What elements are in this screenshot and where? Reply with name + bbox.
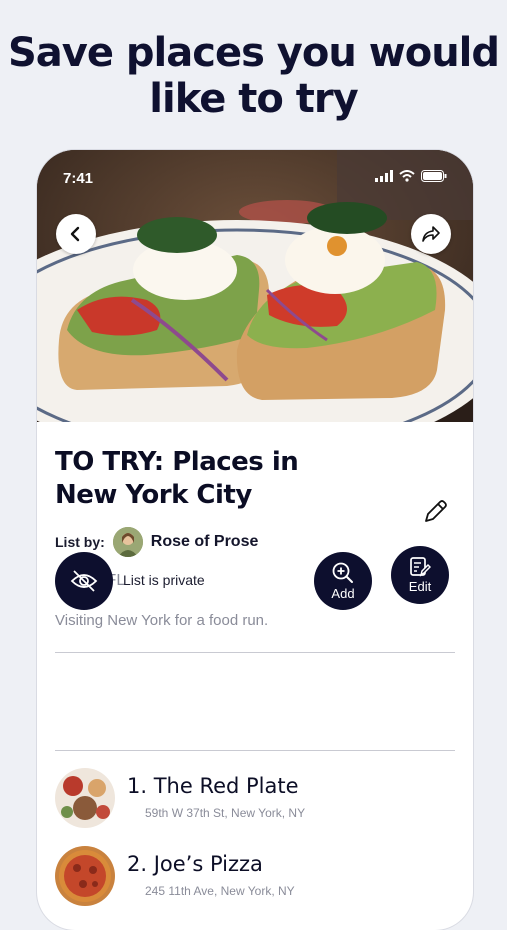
add-button-label: Add	[331, 586, 355, 601]
list-description: Visiting New York for a food run.	[55, 612, 269, 629]
headline-line-2: like to try	[149, 76, 358, 122]
headline-line-1: Save places you would	[7, 30, 500, 76]
divider	[55, 652, 455, 653]
promo-headline: Save places you would like to try	[0, 30, 507, 122]
place-thumbnail	[55, 768, 115, 828]
magnifier-plus-icon	[332, 562, 353, 583]
pizza-photo	[55, 846, 115, 906]
list-title-line-2: New York City	[55, 480, 252, 510]
list-by-label: List by:	[55, 534, 105, 550]
edit-list-button[interactable]: Edit	[391, 546, 449, 604]
status-icons	[375, 170, 447, 182]
add-place-button[interactable]: Add	[314, 552, 372, 610]
author-name[interactable]: Rose of Prose	[151, 533, 259, 551]
list-item[interactable]: 2. Joe’s Pizza 245 11th Ave, New York, N…	[55, 846, 455, 908]
list-title-line-1: TO TRY: Places in	[55, 447, 299, 477]
phone-frame: 7:41 TO TRY: Places in New York City Lis…	[37, 150, 473, 930]
status-time: 7:41	[63, 170, 94, 187]
place-name: 2. Joe’s Pizza	[127, 852, 263, 876]
edit-button-label: Edit	[408, 579, 432, 594]
red-plate-photo	[55, 768, 115, 828]
place-address: 59th W 37th St, New York, NY	[145, 806, 306, 820]
battery-icon	[421, 170, 447, 182]
wifi-icon	[399, 170, 415, 182]
list-title: TO TRY: Places in New York City	[55, 446, 355, 512]
divider	[55, 750, 455, 751]
privacy-toggle-button[interactable]	[55, 552, 113, 610]
share-arrow-icon	[422, 226, 440, 242]
avatar[interactable]	[112, 527, 143, 557]
privacy-label: List is private	[123, 572, 205, 588]
place-name: 1. The Red Plate	[127, 774, 299, 798]
place-thumbnail	[55, 846, 115, 906]
status-bar: 7:41	[37, 150, 473, 194]
place-address: 245 11th Ave, New York, NY	[145, 884, 295, 898]
back-button[interactable]	[56, 214, 96, 254]
edit-title-button[interactable]	[421, 498, 449, 526]
hero-photo: 7:41	[37, 150, 473, 422]
chevron-left-icon	[70, 226, 80, 242]
pencil-icon	[425, 500, 447, 522]
edit-list-icon	[410, 557, 431, 577]
cellular-signal-icon	[375, 170, 393, 182]
share-button[interactable]	[411, 214, 451, 254]
avatar-image	[112, 527, 143, 557]
list-item[interactable]: 1. The Red Plate 59th W 37th St, New Yor…	[55, 768, 455, 830]
eye-off-icon	[70, 570, 98, 592]
